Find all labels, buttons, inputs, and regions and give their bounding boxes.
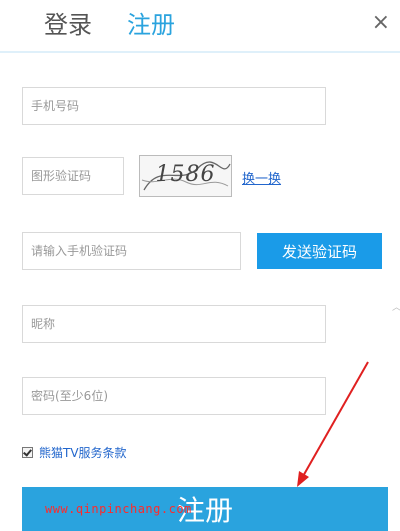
password-input[interactable] <box>22 377 326 415</box>
watermark: www.qinpinchang.com <box>45 502 192 516</box>
scroll-hint-icon: ︿ <box>392 300 400 313</box>
captcha-image[interactable]: 1586 <box>139 155 232 197</box>
phone-input[interactable] <box>22 87 326 125</box>
send-code-button[interactable]: 发送验证码 <box>257 233 382 269</box>
close-icon[interactable]: × <box>372 10 390 36</box>
header-divider <box>0 51 400 53</box>
tab-login[interactable]: 登录 <box>44 10 92 40</box>
tab-register[interactable]: 注册 <box>127 10 175 40</box>
header: 登录 注册 × <box>0 0 400 50</box>
captcha-input[interactable] <box>22 157 124 195</box>
terms-row: 熊猫TV服务条款 <box>22 443 127 461</box>
terms-link[interactable]: 熊猫TV服务条款 <box>39 444 127 461</box>
refresh-captcha-link[interactable]: 换一换 <box>242 168 281 187</box>
captcha-text: 1586 <box>155 162 216 187</box>
nickname-input[interactable] <box>22 305 326 343</box>
sms-code-input[interactable] <box>22 232 241 270</box>
terms-checkbox[interactable] <box>22 446 33 458</box>
